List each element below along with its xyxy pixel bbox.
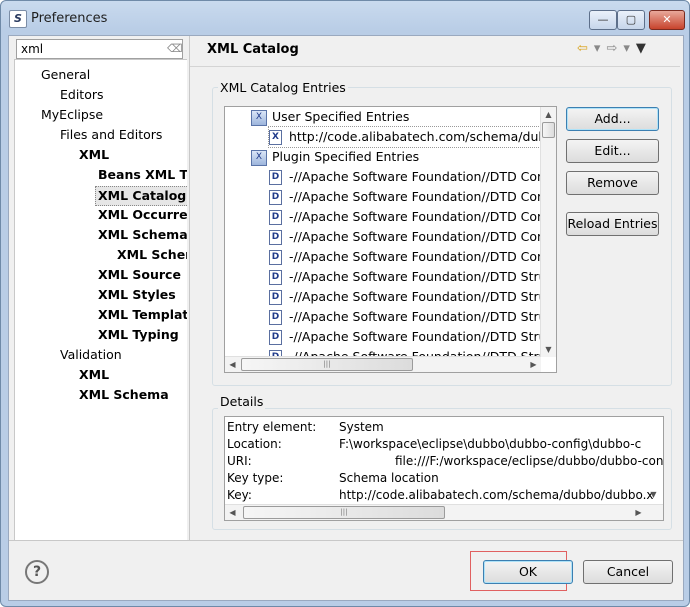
dtd-file-icon: D: [269, 210, 282, 225]
close-button[interactable]: ✕: [649, 10, 685, 30]
history-nav: ⇦ ▾ ⇨ ▾ ▼: [577, 41, 652, 56]
eclipse-app-icon: S: [9, 10, 27, 28]
list-item[interactable]: D -//Apache Software Foundation//DTD Com: [269, 167, 549, 187]
catalog-entries-tree[interactable]: X User Specified Entries Xhttp://code.ali…: [224, 106, 557, 373]
dtd-file-icon: D: [269, 230, 282, 245]
tree-item-xml-schema-sub[interactable]: XML Schen: [117, 246, 187, 264]
clear-filter-icon[interactable]: ⌫: [167, 42, 183, 55]
tree-node-user-entry[interactable]: Xhttp://code.alibabatech.com/schema/dubb: [267, 126, 556, 148]
scroll-right-arrow-icon[interactable]: ▶: [631, 505, 646, 520]
window-title: Preferences: [31, 11, 108, 26]
preferences-window: S Preferences — ▢ ✕ xml ⌫ General Editor…: [0, 0, 690, 607]
list-item[interactable]: D -//Apache Software Foundation//DTD Com: [269, 227, 549, 247]
view-menu-icon[interactable]: ▼: [636, 41, 646, 56]
tree-item-xml-schema[interactable]: XML Schema: [98, 226, 187, 244]
list-item[interactable]: D -//Apache Software Foundation//DTD Com: [269, 247, 549, 267]
back-dropdown-icon[interactable]: ▾: [594, 41, 601, 56]
list-item[interactable]: D -//Apache Software Foundation//DTD Stru…: [269, 267, 551, 287]
dtd-file-icon: D: [269, 270, 282, 285]
reload-entries-button[interactable]: Reload Entries: [566, 212, 659, 236]
dtd-file-icon: D: [269, 330, 282, 345]
tree-item-myeclipse[interactable]: MyEclipse: [41, 106, 103, 124]
catalog-entries-label: XML Catalog Entries: [218, 80, 348, 95]
help-icon[interactable]: ?: [25, 560, 49, 584]
detail-value: file:///F:/workspace/eclipse/dubbo/dubbo…: [395, 454, 664, 468]
detail-value: System: [339, 420, 384, 434]
tree-item-xml[interactable]: XML: [79, 146, 109, 164]
sash[interactable]: [189, 36, 190, 540]
tree-item-general[interactable]: General: [41, 66, 90, 84]
remove-button[interactable]: Remove: [566, 171, 659, 195]
cancel-button[interactable]: Cancel: [583, 560, 673, 584]
tree-item-beans-xml[interactable]: Beans XML Te: [98, 166, 187, 184]
scroll-up-arrow-icon[interactable]: ▲: [541, 107, 556, 122]
tree-item-xml-templates[interactable]: XML Template: [98, 306, 187, 324]
dtd-file-icon: D: [269, 170, 282, 185]
scroll-left-arrow-icon[interactable]: ◀: [225, 357, 240, 372]
scroll-left-arrow-icon[interactable]: ◀: [225, 505, 240, 520]
scroll-down-arrow-icon[interactable]: ▼: [646, 489, 661, 501]
tree-item-editors[interactable]: Editors: [60, 86, 104, 104]
back-arrow-icon[interactable]: ⇦: [577, 41, 588, 56]
detail-key: Key type:: [227, 471, 284, 485]
detail-value: Schema location: [339, 471, 439, 485]
dtd-file-icon: D: [269, 190, 282, 205]
page-title: XML Catalog: [207, 42, 299, 57]
list-item[interactable]: D -//Apache Software Foundation//DTD Stru…: [269, 287, 551, 307]
tree-item-xml-occurrences[interactable]: XML Occurren: [98, 206, 187, 224]
detail-value: F:\workspace\eclipse\dubbo\dubbo-config\…: [339, 437, 642, 451]
catalog-vertical-scrollbar[interactable]: ▲ ▼: [540, 107, 556, 357]
details-label: Details: [218, 394, 266, 409]
xsd-file-icon: X: [269, 130, 282, 145]
catalog-horizontal-scrollbar[interactable]: ◀ ||| ▶: [225, 356, 541, 372]
scroll-thumb[interactable]: [542, 122, 555, 138]
scroll-down-arrow-icon[interactable]: ▼: [541, 342, 556, 357]
edit-button[interactable]: Edit...: [566, 139, 659, 163]
dialog-client: xml ⌫ General Editors MyEclipse Files an…: [8, 35, 684, 601]
list-item[interactable]: D -//Apache Software Foundation//DTD Com: [269, 187, 549, 207]
details-table: Entry element: System Location: F:\works…: [224, 416, 664, 521]
detail-key: Key:: [227, 488, 252, 502]
minimize-button[interactable]: —: [589, 10, 617, 30]
filter-value: xml: [21, 42, 44, 56]
tree-node-plugin-specified[interactable]: X Plugin Specified Entries: [251, 147, 419, 167]
title-separator: [190, 66, 680, 67]
catalog-folder-icon: X: [251, 149, 267, 166]
details-horizontal-scrollbar[interactable]: ◀ ||| ▶: [225, 504, 663, 520]
dtd-file-icon: D: [269, 310, 282, 325]
scroll-thumb[interactable]: |||: [241, 358, 413, 371]
list-item[interactable]: D -//Apache Software Foundation//DTD Com: [269, 207, 549, 227]
tree-item-xml-styles[interactable]: XML Styles: [98, 286, 176, 304]
list-item[interactable]: D -//Apache Software Foundation//DTD Stru…: [269, 307, 551, 327]
detail-key: Location:: [227, 437, 282, 451]
tree-item-validation-xml[interactable]: XML: [79, 366, 109, 384]
tree-item-files-and-editors[interactable]: Files and Editors: [60, 126, 162, 144]
list-item[interactable]: D -//Apache Software Foundation//DTD Stru…: [269, 327, 551, 347]
detail-key: URI:: [227, 454, 252, 468]
tree-item-xml-typing[interactable]: XML Typing: [98, 326, 179, 344]
dtd-file-icon: D: [269, 290, 282, 305]
tree-item-xml-source[interactable]: XML Source: [98, 266, 181, 284]
scroll-thumb[interactable]: |||: [243, 506, 445, 519]
filter-input[interactable]: xml ⌫: [16, 39, 183, 59]
preferences-tree[interactable]: General Editors MyEclipse Files and Edit…: [14, 59, 187, 541]
button-bar-separator: [9, 540, 683, 541]
tree-item-validation-xml-schema[interactable]: XML Schema: [79, 386, 169, 404]
forward-dropdown-icon[interactable]: ▾: [623, 41, 630, 56]
tree-item-xml-catalog[interactable]: XML Catalog: [95, 186, 187, 206]
add-button[interactable]: Add...: [566, 107, 659, 131]
detail-value: http://code.alibabatech.com/schema/dubbo…: [339, 488, 654, 502]
forward-arrow-icon[interactable]: ⇨: [606, 41, 617, 56]
dtd-file-icon: D: [269, 250, 282, 265]
detail-key: Entry element:: [227, 420, 317, 434]
ok-button[interactable]: OK: [483, 560, 573, 584]
scroll-right-arrow-icon[interactable]: ▶: [526, 357, 541, 372]
maximize-button[interactable]: ▢: [617, 10, 645, 30]
tree-item-validation[interactable]: Validation: [60, 346, 122, 364]
tree-node-user-specified[interactable]: X User Specified Entries: [251, 107, 409, 127]
catalog-folder-icon: X: [251, 109, 267, 126]
title-bar[interactable]: S Preferences — ▢ ✕: [1, 1, 689, 35]
